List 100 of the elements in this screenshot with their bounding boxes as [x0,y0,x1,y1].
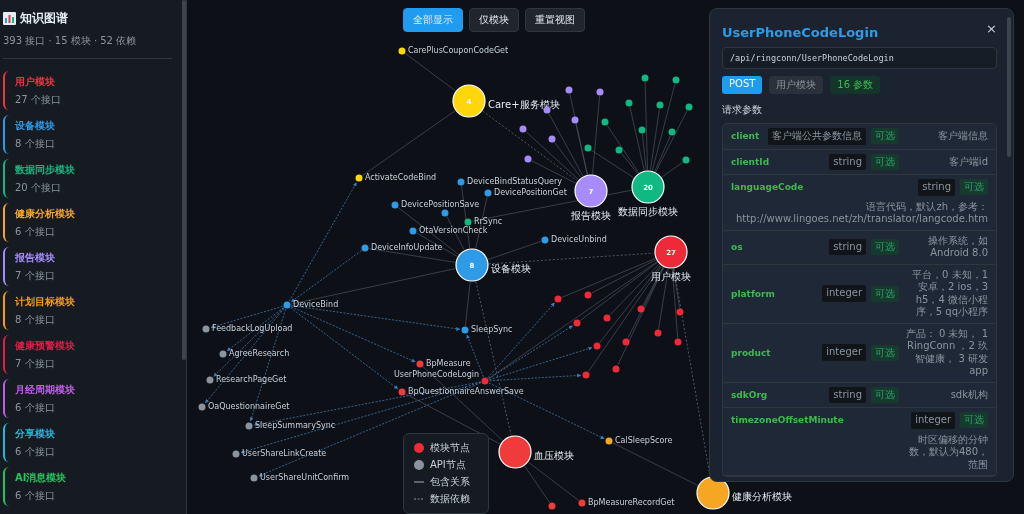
module-card[interactable]: 计划目标模块 8 个接口 [3,291,172,330]
api-node[interactable] [615,146,623,154]
api-node[interactable] [219,350,227,358]
api-node[interactable] [202,325,210,333]
node-label: OtaVersionCheck [419,226,488,235]
node-label: BpMeasure [426,359,471,368]
api-node[interactable] [605,437,613,445]
module-node[interactable] [498,435,532,469]
module-node[interactable] [574,174,608,208]
api-node[interactable] [565,86,573,94]
api-node[interactable] [682,156,690,164]
module-node[interactable] [654,235,688,269]
module-card[interactable]: 设备模块 8 个接口 [3,115,172,154]
module-card[interactable]: 报告模块 7 个接口 [3,247,172,286]
module-node[interactable] [631,170,665,204]
node-label: DevicePositionGet [494,188,567,197]
api-node[interactable] [245,422,253,430]
graph-stats: 393 接口 · 15 模块 · 52 依赖 [3,34,138,48]
api-node[interactable] [603,314,611,322]
api-node[interactable] [398,47,406,55]
api-node[interactable] [584,291,592,299]
api-node[interactable] [571,116,579,124]
module-card[interactable]: 分享模块 6 个接口 [3,423,172,462]
module-card[interactable]: AI消息模块 6 个接口 [3,467,172,506]
node-label: DevicePositionSave [401,200,480,209]
api-node[interactable] [461,326,469,334]
api-node[interactable] [464,218,472,226]
section-heading: 请求参数 [722,103,763,117]
api-node[interactable] [685,103,693,111]
api-node[interactable] [206,376,214,384]
api-node[interactable] [641,74,649,82]
close-button[interactable]: × [982,21,997,36]
module-name: 分享模块 [15,426,56,441]
node-label: DeviceUnbind [551,235,607,244]
api-node[interactable] [416,360,424,368]
toolbar-button[interactable]: 重置视图 [525,8,585,32]
node-label: UserShareUnitConfirm [260,473,350,482]
api-node[interactable] [481,377,489,385]
api-node[interactable] [668,128,676,136]
api-node[interactable] [548,502,556,510]
module-node[interactable] [452,84,486,118]
api-node[interactable] [676,308,684,316]
api-node[interactable] [484,189,492,197]
module-card[interactable]: 数据同步模块 20 个接口 [3,159,172,198]
api-node[interactable] [601,118,609,126]
api-node[interactable] [548,135,556,143]
api-node[interactable] [596,88,604,96]
param-description: 平台，0 未知，1 安卓，2 ios，3 h5，4 微信小程序，5 qq小程序 [911,268,988,319]
module-card[interactable]: 健康分析模块 6 个接口 [3,203,172,242]
optional-badge: 可选 [871,344,899,361]
api-node[interactable] [637,305,645,313]
api-node[interactable] [654,329,662,337]
api-node[interactable] [398,388,406,396]
node-label: DeviceInfoUpdate [371,243,443,252]
api-node[interactable] [541,236,549,244]
api-node[interactable] [391,201,399,209]
api-node[interactable] [519,125,527,133]
toolbar-button[interactable]: 仅模块 [469,8,519,32]
api-node[interactable] [283,301,291,309]
node-label: 数据同步模块 [618,206,678,217]
api-node[interactable] [672,76,680,84]
api-node[interactable] [573,319,581,327]
param-name: client [731,131,761,142]
api-node[interactable] [361,244,369,252]
api-node[interactable] [584,144,592,152]
node-label: 用户模块 [651,271,691,282]
param-name: os [731,242,744,252]
module-card[interactable]: 用户模块 27 个接口 [3,71,172,110]
param-description: 时区偏移的分钟数，默认为480，范围 [907,433,988,471]
scrollbar[interactable] [182,0,186,360]
api-node[interactable] [409,227,417,235]
api-node[interactable] [582,371,590,379]
api-node[interactable] [355,174,363,182]
param-type: string [829,238,866,256]
node-label: 设备模块 [491,263,531,274]
api-node[interactable] [524,155,532,163]
api-node[interactable] [656,101,664,109]
api-node[interactable] [198,403,206,411]
node-label: CalSleepScore [615,436,673,445]
api-node[interactable] [578,499,586,507]
legend-label: API节点 [430,458,466,472]
module-node[interactable] [455,248,489,282]
module-node[interactable] [696,476,730,510]
api-node[interactable] [625,99,633,107]
api-node[interactable] [232,450,240,458]
module-card[interactable]: 月经周期模块 6 个接口 [3,379,172,418]
tag: POST [722,76,763,94]
api-node[interactable] [441,209,449,217]
scrollbar[interactable] [1007,17,1011,157]
module-card[interactable]: 健康预警模块 7 个接口 [3,335,172,374]
api-node[interactable] [622,338,630,346]
app-title: 知识图谱 [20,10,68,27]
api-node[interactable] [593,342,601,350]
api-node[interactable] [250,474,258,482]
param-description: sdk机构 [949,388,988,401]
api-node[interactable] [638,126,646,134]
api-node[interactable] [554,295,562,303]
api-node[interactable] [612,365,620,373]
api-node[interactable] [674,338,682,346]
api-node[interactable] [457,178,465,186]
